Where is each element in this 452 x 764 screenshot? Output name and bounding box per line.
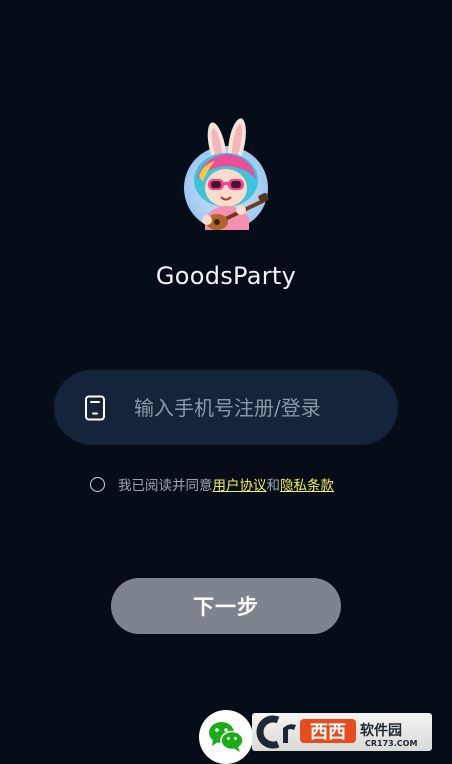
wechat-icon	[209, 722, 244, 752]
phone-input-container[interactable]	[54, 370, 398, 445]
app-title: GoodsParty	[155, 262, 297, 290]
watermark-brand: 西西	[310, 722, 346, 743]
next-step-button[interactable]: 下一步	[111, 578, 341, 634]
agreement-row: 我已阅读并同意 用户协议和隐私条款	[89, 474, 334, 494]
agreement-and-text: 和	[266, 478, 281, 494]
watermark-site: CR173.COM	[365, 739, 417, 748]
user-agreement-link[interactable]: 用户协议	[213, 474, 267, 494]
watermark-graphic: 西西 软件园 CR173.COM	[256, 715, 417, 749]
agreement-prefix-text: 我已阅读并同意	[118, 478, 213, 494]
app-logo-avatar	[184, 118, 269, 230]
phone-number-input[interactable]	[134, 370, 374, 445]
wechat-login-button[interactable]	[199, 710, 253, 764]
agree-radio-icon[interactable]	[90, 476, 105, 492]
cr173-watermark: 西西 软件园 CR173.COM	[252, 713, 432, 751]
privacy-policy-link[interactable]: 隐私条款	[280, 474, 334, 494]
watermark-software: 软件园	[360, 722, 402, 739]
phone-icon	[85, 395, 105, 421]
